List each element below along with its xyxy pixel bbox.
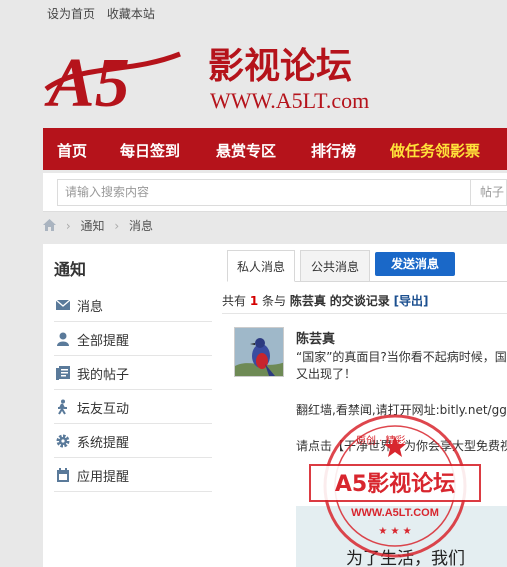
watermark-url: WWW.A5LT.COM <box>351 507 439 519</box>
bookmark-site-link[interactable]: 收藏本站 <box>107 7 155 21</box>
sidebar-item-apps[interactable]: 应用提醒 <box>54 458 212 492</box>
tab-private-messages[interactable]: 私人消息 <box>227 250 295 282</box>
divider <box>222 313 507 314</box>
nav-tasks[interactable]: 做任务领影票 <box>390 140 480 161</box>
search-input[interactable]: 请输入搜索内容 <box>57 179 471 206</box>
breadcrumb-separator: › <box>65 219 71 233</box>
message-line: 又出现了！ <box>296 367 357 381</box>
nav-ranking[interactable]: 排行榜 <box>311 140 356 161</box>
search-scope-select[interactable]: 帖子 <box>471 179 507 206</box>
sidebar-title: 通知 <box>54 260 87 279</box>
sidebar-item-label: 全部提醒 <box>77 334 130 349</box>
avatar[interactable] <box>234 327 284 377</box>
breadcrumb-separator: › <box>114 219 120 233</box>
sidebar-item-messages[interactable]: 消息 <box>54 288 212 322</box>
gear-icon <box>56 434 70 448</box>
site-logo[interactable]: A5 影视论坛 WWW.A5LT.com <box>40 34 385 122</box>
summary-prefix: 共有 <box>222 294 247 308</box>
breadcrumb-notice[interactable]: 通知 <box>80 219 104 233</box>
export-link[interactable]: [导出] <box>394 294 429 308</box>
send-message-button[interactable]: 发送消息 <box>375 252 455 276</box>
nav-home[interactable]: 首页 <box>57 140 87 161</box>
message-count: 1 <box>249 294 259 308</box>
tab-public-messages[interactable]: 公共消息 <box>300 250 370 282</box>
search-bar: 请输入搜索内容 帖子 <box>43 173 507 212</box>
sidebar-item-all-reminders[interactable]: 全部提醒 <box>54 322 212 356</box>
document-icon <box>56 366 70 380</box>
home-icon[interactable] <box>43 219 56 231</box>
watermark-title: A5影视论坛 <box>335 471 455 497</box>
nav-bounty[interactable]: 悬赏专区 <box>216 140 276 161</box>
top-links: 设为首页 收藏本站 <box>47 5 163 22</box>
sidebar-item-system[interactable]: 系统提醒 <box>54 424 212 458</box>
walking-person-icon <box>58 399 67 415</box>
logo-mark: A5 <box>44 45 130 114</box>
summary-middle: 条与 <box>262 294 287 308</box>
envelope-icon <box>55 299 71 310</box>
sidebar-item-my-posts[interactable]: 我的帖子 <box>54 356 212 390</box>
logo-title: 影视论坛 <box>208 45 352 87</box>
message-line: “国家”的真面目?当你看不起病时候，国家 <box>296 350 507 364</box>
svg-text:★ ★ ★: ★ ★ ★ <box>378 526 411 537</box>
message-tabs: 私人消息 公共消息 发送消息 <box>227 250 507 282</box>
set-homepage-link[interactable]: 设为首页 <box>47 7 95 21</box>
summary-suffix: 的交谈记录 <box>329 294 390 308</box>
logo-url: WWW.A5LT.com <box>210 88 369 113</box>
breadcrumb-messages[interactable]: 消息 <box>129 219 153 233</box>
sidebar-item-label: 坛友互动 <box>77 402 130 417</box>
watermark-top-text: 原创 · 精彩 <box>356 434 406 447</box>
message-sender[interactable]: 陈芸真 <box>296 328 507 347</box>
user-icon <box>57 332 69 346</box>
sidebar-item-label: 系统提醒 <box>77 436 130 451</box>
sidebar-item-label: 我的帖子 <box>77 368 130 383</box>
sidebar-item-interactions[interactable]: 坛友互动 <box>54 390 212 424</box>
conversation-summary: 共有 1 条与 陈芸真 的交谈记录 [导出] <box>222 292 429 309</box>
breadcrumb: › 通知 › 消息 <box>43 217 153 234</box>
watermark-stamp: 原创 · 精彩 A5影视论坛 WWW.A5LT.COM ★ ★ ★ <box>300 408 490 563</box>
calendar-icon <box>57 468 69 482</box>
main-nav: 首页 每日签到 悬赏专区 排行榜 做任务领影票 <box>43 128 507 170</box>
conversation-user[interactable]: 陈芸真 <box>290 294 326 308</box>
sidebar-item-label: 消息 <box>77 300 104 315</box>
nav-daily-checkin[interactable]: 每日签到 <box>120 140 180 161</box>
sidebar: 通知 消息 全部提醒 我的帖子 坛友互动 系统提醒 应用提醒 <box>43 244 215 567</box>
sidebar-item-label: 应用提醒 <box>77 470 130 485</box>
